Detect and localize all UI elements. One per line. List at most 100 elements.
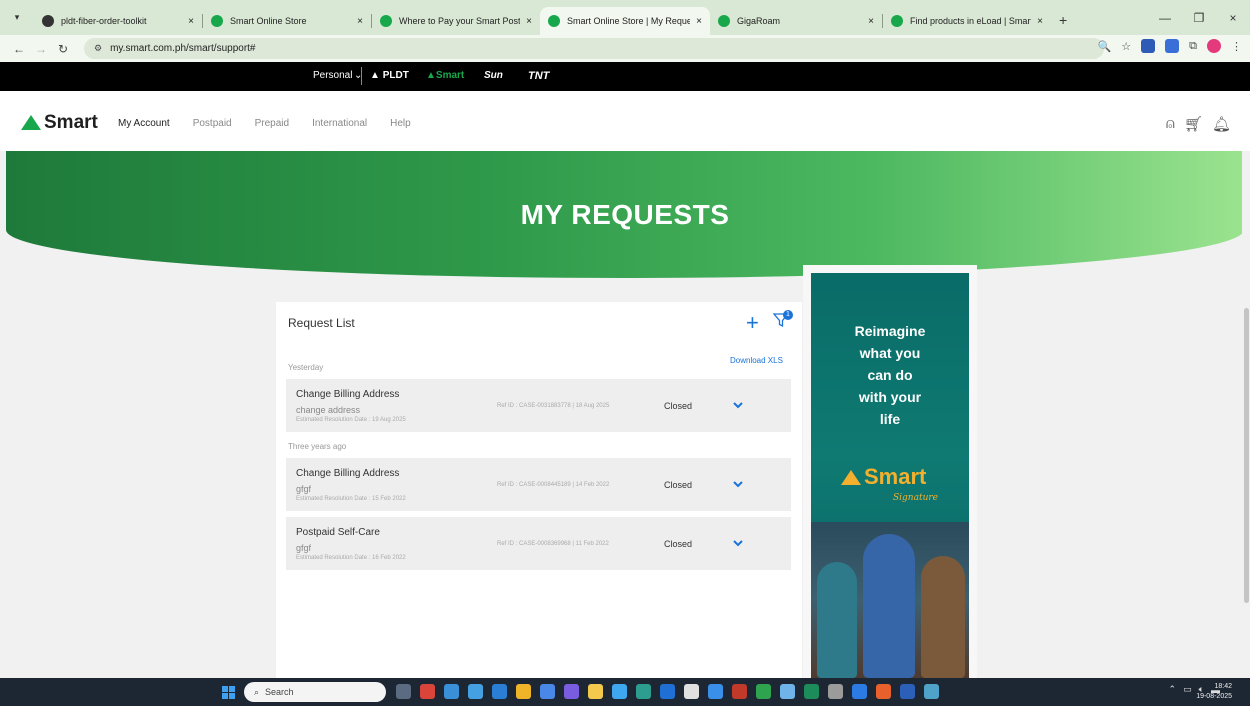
- taskbar-app-icon[interactable]: [612, 684, 627, 699]
- close-window-icon[interactable]: ×: [1216, 11, 1250, 25]
- reload-icon[interactable]: ↻: [52, 42, 74, 56]
- brand-divider: [361, 67, 362, 85]
- browser-tab[interactable]: Where to Pay your Smart Postp ×: [372, 7, 540, 35]
- back-icon[interactable]: ←: [8, 42, 30, 56]
- ad-photo: [811, 522, 969, 678]
- ad-banner[interactable]: Reimagine what you can do with your life…: [803, 265, 977, 678]
- brand-smart-link[interactable]: ▲Smart: [426, 70, 464, 81]
- taskbar-app-icon[interactable]: [636, 684, 651, 699]
- ad-headline-line: Reimagine: [854, 323, 926, 339]
- browser-tab[interactable]: Smart Online Store ×: [203, 7, 371, 35]
- request-title: Change Billing Address: [296, 389, 400, 400]
- add-request-button[interactable]: +: [746, 310, 759, 336]
- taskbar-app-icon[interactable]: [492, 684, 507, 699]
- taskbar-app-icon[interactable]: [468, 684, 483, 699]
- tab-close-icon[interactable]: ×: [357, 16, 363, 27]
- taskbar-app-icon[interactable]: [540, 684, 555, 699]
- taskbar-app-icon[interactable]: [900, 684, 915, 699]
- cart-icon[interactable]: 🛒︎: [1184, 115, 1203, 133]
- browser-menu-icon[interactable]: ⋮: [1231, 40, 1242, 53]
- ad-headline: Reimagine what you can do with your life: [811, 320, 969, 430]
- group-label-yesterday: Yesterday: [288, 363, 324, 372]
- request-description: change address: [296, 405, 361, 415]
- tab-close-icon[interactable]: ×: [1037, 16, 1043, 27]
- browser-tab[interactable]: pldt-fiber-order-toolkit ×: [34, 7, 202, 35]
- new-tab-button[interactable]: +: [1059, 12, 1067, 28]
- zoom-icon[interactable]: 🔍: [1098, 40, 1112, 53]
- taskbar-app-icon[interactable]: [756, 684, 771, 699]
- page-scrollbar[interactable]: [1242, 151, 1250, 678]
- browser-tab[interactable]: Smart Online Store | My Reque ×: [540, 7, 710, 35]
- tab-search-chevron-icon[interactable]: ▾: [0, 0, 34, 35]
- download-xls-link[interactable]: Download XLS: [730, 356, 783, 365]
- main-nav: My Account Postpaid Prepaid Internationa…: [118, 118, 411, 129]
- clock-time: 18:42: [1214, 683, 1232, 690]
- taskbar-app-icon[interactable]: [708, 684, 723, 699]
- ad-headline-line: what you: [859, 345, 921, 361]
- taskbar-app-icon[interactable]: [564, 684, 579, 699]
- taskbar-app-icon[interactable]: [780, 684, 795, 699]
- scrollbar-thumb[interactable]: [1244, 308, 1249, 603]
- taskbar-clock[interactable]: 18:42 19-08-2025: [1196, 682, 1232, 702]
- notification-bell-icon[interactable]: 🔔︎: [1212, 115, 1231, 133]
- taskbar-app-icon[interactable]: [804, 684, 819, 699]
- nav-my-account[interactable]: My Account: [118, 118, 170, 129]
- tab-close-icon[interactable]: ×: [696, 16, 702, 27]
- chevron-down-icon[interactable]: [732, 537, 744, 549]
- tab-close-icon[interactable]: ×: [188, 16, 194, 27]
- extensions-puzzle-icon[interactable]: ⧉: [1189, 40, 1197, 53]
- network-icon[interactable]: ▭: [1183, 684, 1192, 695]
- taskbar-search-input[interactable]: ⌕ Search: [244, 682, 386, 702]
- nav-postpaid[interactable]: Postpaid: [193, 118, 232, 129]
- browser-tab[interactable]: GigaRoam ×: [710, 7, 882, 35]
- address-bar-actions: 🔍 ☆ ⧉ ⋮: [1098, 39, 1242, 53]
- personal-dropdown[interactable]: Personal: [313, 70, 352, 81]
- taskbar-app-icon[interactable]: [588, 684, 603, 699]
- taskbar-app-icon[interactable]: [420, 684, 435, 699]
- request-status: Closed: [664, 480, 693, 490]
- smart-logo[interactable]: Smart: [21, 112, 98, 134]
- chevron-down-icon[interactable]: [732, 478, 744, 490]
- taskbar-app-icon[interactable]: [924, 684, 939, 699]
- account-icon[interactable]: ⍝: [1166, 115, 1175, 133]
- request-list-card: Request List + 1 Download XLS Yesterday …: [276, 302, 802, 678]
- minimize-icon[interactable]: —: [1148, 11, 1182, 25]
- chevron-down-icon[interactable]: [732, 399, 744, 411]
- brand-pldt-link[interactable]: ▲ PLDT: [370, 70, 409, 81]
- request-title: Change Billing Address: [296, 468, 400, 479]
- tab-close-icon[interactable]: ×: [526, 16, 532, 27]
- taskbar-app-icon[interactable]: [444, 684, 459, 699]
- request-estimated-date: Estimated Resolution Date : 15 Feb 2022: [296, 496, 406, 502]
- extension-icon[interactable]: [1165, 39, 1180, 53]
- tab-close-icon[interactable]: ×: [868, 16, 874, 27]
- browser-tab[interactable]: Find products in eLoad | Smart ×: [883, 7, 1051, 35]
- taskbar-app-icon[interactable]: [852, 684, 867, 699]
- ad-person-figure: [921, 556, 965, 678]
- smart-logo-text: Smart: [44, 112, 98, 133]
- nav-international[interactable]: International: [312, 118, 367, 129]
- url-field[interactable]: ⚙ my.smart.com.ph/smart/support#: [84, 38, 1104, 59]
- request-row[interactable]: Postpaid Self-Care gfgf Estimated Resolu…: [286, 517, 791, 570]
- extension-icon[interactable]: [1141, 39, 1156, 53]
- forward-icon[interactable]: →: [30, 42, 52, 56]
- taskbar-app-icon[interactable]: [876, 684, 891, 699]
- restore-icon[interactable]: ❐: [1182, 11, 1216, 25]
- nav-help[interactable]: Help: [390, 118, 411, 129]
- nav-prepaid[interactable]: Prepaid: [255, 118, 289, 129]
- windows-start-icon[interactable]: [222, 686, 235, 699]
- brand-sun-link[interactable]: Sun: [484, 70, 503, 81]
- brand-tnt-link[interactable]: TNT: [528, 70, 549, 82]
- tray-chevron-up-icon[interactable]: ⌃: [1169, 684, 1177, 695]
- bookmark-star-icon[interactable]: ☆: [1121, 40, 1131, 53]
- taskbar-app-icon[interactable]: [516, 684, 531, 699]
- taskbar-app-icon[interactable]: [396, 684, 411, 699]
- request-description: gfgf: [296, 543, 312, 553]
- profile-avatar-icon[interactable]: [1207, 39, 1221, 53]
- site-info-icon[interactable]: ⚙: [94, 43, 102, 54]
- taskbar-app-icon[interactable]: [660, 684, 675, 699]
- request-row[interactable]: Change Billing Address gfgf Estimated Re…: [286, 458, 791, 511]
- taskbar-app-icon[interactable]: [684, 684, 699, 699]
- taskbar-app-icon[interactable]: [732, 684, 747, 699]
- taskbar-app-icon[interactable]: [828, 684, 843, 699]
- request-row[interactable]: Change Billing Address change address Es…: [286, 379, 791, 432]
